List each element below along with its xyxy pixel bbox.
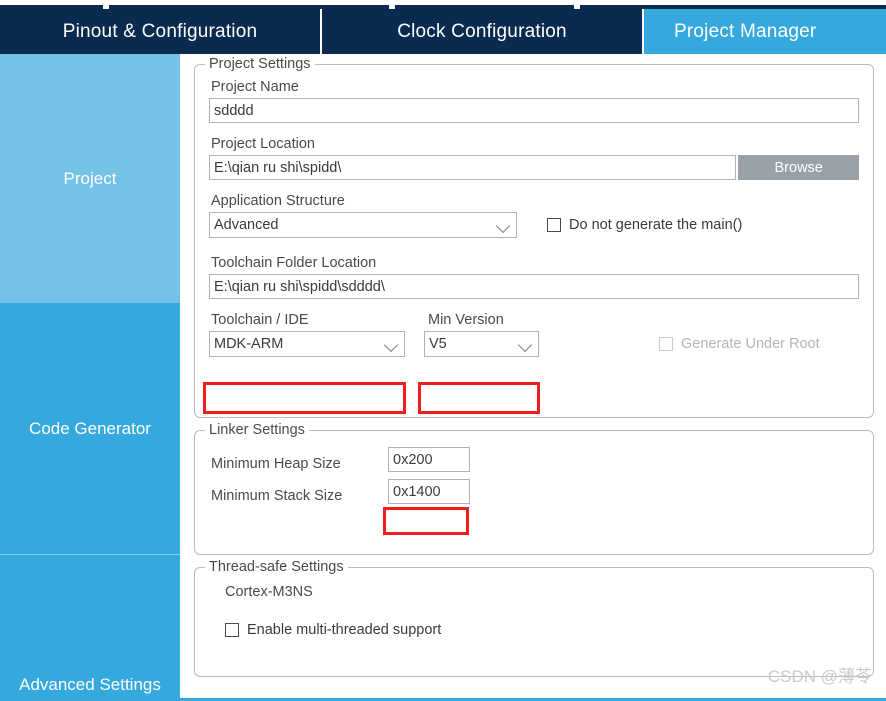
project-settings-group: Project Settings Project Name Project Lo… [194, 56, 874, 418]
browse-button[interactable]: Browse [738, 155, 859, 180]
tab-label: Pinout & Configuration [62, 20, 258, 42]
toolchain-folder-location-label: Toolchain Folder Location [211, 255, 377, 271]
content-area: Project Settings Project Name Project Lo… [180, 54, 886, 701]
main-tab-bar: Pinout & Configuration Clock Configurati… [0, 9, 886, 54]
generate-under-root-checkbox-row: Generate Under Root [659, 331, 820, 357]
project-location-input[interactable] [209, 155, 737, 180]
tab-project-manager[interactable]: Project Manager [644, 9, 886, 54]
tab-label: Project Manager [674, 20, 817, 42]
tab-clock-configuration[interactable]: Clock Configuration [322, 9, 644, 54]
top-partial-tab-strip [0, 0, 886, 14]
project-location-row: Browse [209, 155, 859, 180]
linker-settings-legend: Linker Settings [205, 422, 309, 438]
checkbox-icon[interactable] [547, 218, 561, 232]
application-structure-value: Advanced [214, 217, 279, 233]
tab-pinout-configuration[interactable]: Pinout & Configuration [0, 9, 322, 54]
checkbox-icon [659, 337, 673, 351]
tab-label: Clock Configuration [397, 20, 567, 42]
do-not-generate-main-label: Do not generate the main() [569, 217, 743, 233]
enable-multithreaded-support-label: Enable multi-threaded support [247, 622, 442, 638]
thread-safe-settings-legend: Thread-safe Settings [205, 559, 348, 575]
generate-under-root-label: Generate Under Root [681, 336, 820, 352]
application-structure-row: Advanced Do not generate the main() [209, 212, 859, 238]
cortex-core-label: Cortex-M3NS [225, 584, 313, 600]
sidebar-item-label: Code Generator [29, 418, 151, 438]
chevron-down-icon [496, 217, 512, 233]
minimum-heap-size-input[interactable] [388, 447, 470, 472]
project-settings-legend: Project Settings [205, 56, 315, 72]
toolchain-ide-label: Toolchain / IDE [211, 312, 309, 328]
chevron-down-icon [384, 336, 400, 352]
sidebar-item-advanced-settings[interactable]: Advanced Settings [0, 554, 180, 701]
minimum-stack-size-input[interactable] [388, 479, 470, 504]
toolchain-ide-value: MDK-ARM [214, 336, 284, 352]
sidebar: Project Code Generator Advanced Settings [0, 54, 180, 701]
sidebar-item-label: Project [63, 168, 117, 188]
sidebar-item-code-generator[interactable]: Code Generator [0, 303, 180, 554]
csdn-watermark: CSDN @薄苓 [767, 667, 872, 686]
minimum-heap-size-label: Minimum Heap Size [211, 456, 341, 472]
application-structure-label: Application Structure [211, 193, 345, 209]
min-version-value: V5 [429, 336, 447, 352]
minimum-heap-size-row: Minimum Heap Size [209, 447, 859, 472]
sidebar-item-project[interactable]: Project [0, 54, 180, 303]
toolchain-ide-select[interactable]: MDK-ARM [209, 331, 405, 357]
project-name-label: Project Name [211, 79, 299, 95]
checkbox-icon[interactable] [225, 623, 239, 637]
application-structure-select[interactable]: Advanced [209, 212, 517, 238]
toolchain-labels-row: Toolchain / IDE Min Version [209, 312, 859, 328]
minimum-stack-size-row: Minimum Stack Size [209, 479, 859, 504]
sidebar-item-label: Advanced Settings [19, 675, 161, 694]
project-location-label: Project Location [211, 136, 315, 152]
app-window: Pinout & Configuration Clock Configurati… [0, 0, 886, 701]
min-version-label: Min Version [428, 312, 504, 328]
linker-settings-group: Linker Settings Minimum Heap Size Minimu… [194, 422, 874, 555]
enable-multithreaded-support-checkbox-row[interactable]: Enable multi-threaded support [225, 622, 859, 638]
project-name-input[interactable] [209, 98, 859, 123]
minimum-stack-size-label: Minimum Stack Size [211, 488, 343, 504]
toolchain-folder-location-input[interactable] [209, 274, 859, 299]
do-not-generate-main-checkbox-row[interactable]: Do not generate the main() [547, 212, 742, 238]
toolchain-controls-row: MDK-ARM V5 Generate Under Root [209, 331, 859, 357]
min-version-select[interactable]: V5 [424, 331, 539, 357]
chevron-down-icon [518, 336, 534, 352]
thread-safe-settings-group: Thread-safe Settings Cortex-M3NS Enable … [194, 559, 874, 677]
